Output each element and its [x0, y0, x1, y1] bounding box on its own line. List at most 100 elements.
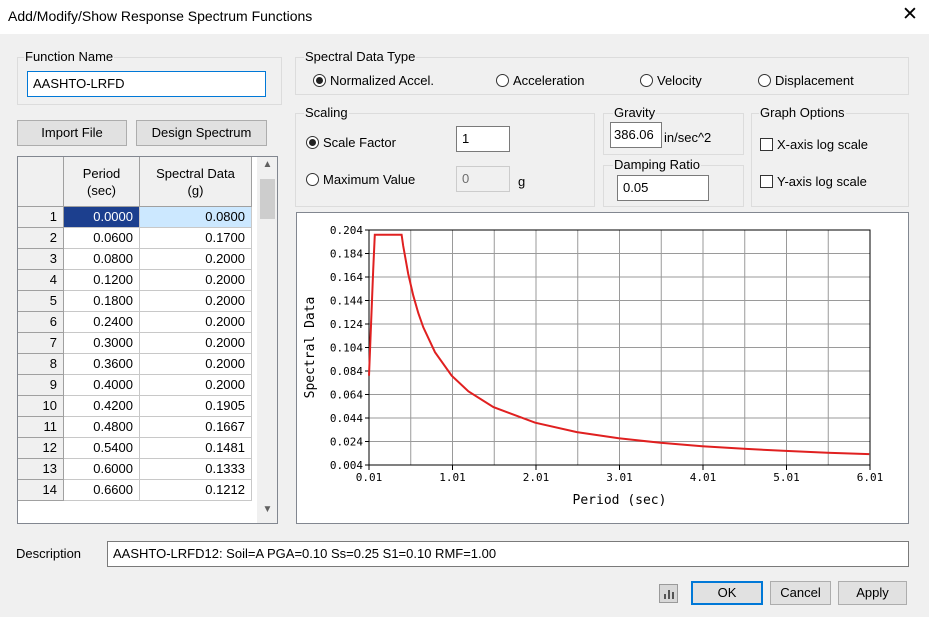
x-tick-label: 5.01	[773, 471, 800, 484]
function-name-label: Function Name	[24, 49, 115, 64]
table-corner	[18, 157, 64, 207]
velocity-label[interactable]: Velocity	[657, 73, 702, 88]
maximum-value-label[interactable]: Maximum Value	[323, 172, 415, 187]
acceleration-radio[interactable]	[496, 74, 509, 87]
row-number: 14	[18, 480, 64, 501]
window-title: Add/Modify/Show Response Spectrum Functi…	[8, 8, 313, 24]
design-spectrum-button[interactable]: Design Spectrum	[136, 120, 267, 146]
y-log-checkbox[interactable]	[760, 175, 773, 188]
x-tick-label: 0.01	[356, 471, 383, 484]
normalized-accel-radio[interactable]	[313, 74, 326, 87]
x-tick-label: 3.01	[606, 471, 633, 484]
spectral-cell[interactable]: 0.2000	[140, 291, 252, 312]
period-cell[interactable]: 0.3600	[64, 354, 140, 375]
x-tick-label: 1.01	[439, 471, 466, 484]
x-log-checkbox[interactable]	[760, 138, 773, 151]
period-cell[interactable]: 0.0000	[64, 207, 140, 228]
table-scrollbar[interactable]: ▲ ▼	[257, 157, 277, 523]
scroll-thumb[interactable]	[260, 179, 275, 219]
y-tick-label: 0.204	[330, 224, 363, 237]
period-cell[interactable]: 0.1200	[64, 270, 140, 291]
spectral-cell[interactable]: 0.2000	[140, 354, 252, 375]
y-axis-label: Spectral Data	[303, 297, 318, 399]
ok-button[interactable]: OK	[691, 581, 763, 605]
period-cell[interactable]: 0.1800	[64, 291, 140, 312]
spectral-cell[interactable]: 0.2000	[140, 249, 252, 270]
import-file-button[interactable]: Import File	[17, 120, 127, 146]
displacement-radio[interactable]	[758, 74, 771, 87]
period-cell[interactable]: 0.5400	[64, 438, 140, 459]
period-cell[interactable]: 0.4000	[64, 375, 140, 396]
scroll-down-icon[interactable]: ▼	[257, 504, 277, 520]
scaling-label: Scaling	[304, 105, 349, 120]
row-number: 12	[18, 438, 64, 459]
gravity-label: Gravity	[613, 105, 657, 120]
spectral-cell[interactable]: 0.1700	[140, 228, 252, 249]
row-number: 1	[18, 207, 64, 228]
period-cell[interactable]: 0.6600	[64, 480, 140, 501]
chart-icon[interactable]	[659, 584, 678, 603]
description-input[interactable]: AASHTO-LRFD12: Soil=A PGA=0.10 Ss=0.25 S…	[107, 541, 909, 567]
y-tick-label: 0.184	[330, 248, 363, 261]
spectral-cell[interactable]: 0.1481	[140, 438, 252, 459]
period-cell[interactable]: 0.6000	[64, 459, 140, 480]
spectral-cell[interactable]: 0.1905	[140, 396, 252, 417]
spectral-data-type-label: Spectral Data Type	[304, 49, 417, 64]
normalized-accel-label[interactable]: Normalized Accel.	[330, 73, 434, 88]
spectral-cell[interactable]: 0.1212	[140, 480, 252, 501]
spectral-cell[interactable]: 0.1667	[140, 417, 252, 438]
period-cell[interactable]: 0.2400	[64, 312, 140, 333]
cancel-button[interactable]: Cancel	[770, 581, 831, 605]
y-tick-label: 0.044	[330, 412, 363, 425]
spectrum-chart: 0.01 1.01 2.01 3.01 4.01 5.01 6.01 0.004 0.024 0.…	[303, 224, 883, 508]
y-tick-label: 0.144	[330, 295, 363, 308]
spectral-cell[interactable]: 0.2000	[140, 270, 252, 291]
x-axis-label: Period (sec)	[573, 493, 667, 508]
maximum-value-input[interactable]: 0	[456, 166, 510, 192]
row-number: 2	[18, 228, 64, 249]
gravity-unit: in/sec^2	[664, 130, 712, 145]
row-number: 3	[18, 249, 64, 270]
spectral-column-header: Spectral Data (g)	[140, 157, 252, 207]
x-log-label[interactable]: X-axis log scale	[777, 137, 868, 152]
y-tick-label: 0.004	[330, 459, 363, 472]
maximum-value-radio[interactable]	[306, 173, 319, 186]
apply-button[interactable]: Apply	[838, 581, 907, 605]
x-tick-label: 4.01	[690, 471, 717, 484]
spectral-cell[interactable]: 0.0800	[140, 207, 252, 228]
row-number: 8	[18, 354, 64, 375]
spectral-cell[interactable]: 0.2000	[140, 333, 252, 354]
spectrum-plot: 0.01 1.01 2.01 3.01 4.01 5.01 6.01 0.004 0.024 0.…	[296, 212, 909, 524]
period-cell[interactable]: 0.3000	[64, 333, 140, 354]
y-tick-label: 0.164	[330, 271, 363, 284]
scale-factor-label[interactable]: Scale Factor	[323, 135, 396, 150]
row-number: 6	[18, 312, 64, 333]
damping-label: Damping Ratio	[613, 157, 701, 172]
row-number: 11	[18, 417, 64, 438]
row-number: 13	[18, 459, 64, 480]
scale-factor-input[interactable]: 1	[456, 126, 510, 152]
y-tick-label: 0.104	[330, 342, 363, 355]
period-cell[interactable]: 0.0800	[64, 249, 140, 270]
period-cell[interactable]: 0.0600	[64, 228, 140, 249]
y-log-label[interactable]: Y-axis log scale	[777, 174, 867, 189]
spectral-cell[interactable]: 0.2000	[140, 375, 252, 396]
function-name-input[interactable]: AASHTO-LRFD	[27, 71, 266, 97]
displacement-label[interactable]: Displacement	[775, 73, 854, 88]
x-tick-label: 2.01	[523, 471, 550, 484]
acceleration-label[interactable]: Acceleration	[513, 73, 585, 88]
velocity-radio[interactable]	[640, 74, 653, 87]
spectral-cell[interactable]: 0.1333	[140, 459, 252, 480]
y-tick-label: 0.084	[330, 365, 363, 378]
gravity-input[interactable]: 386.06	[610, 122, 662, 148]
spectral-cell[interactable]: 0.2000	[140, 312, 252, 333]
scroll-up-icon[interactable]: ▲	[257, 159, 277, 175]
damping-input[interactable]: 0.05	[617, 175, 709, 201]
close-icon[interactable]: ✕	[898, 4, 922, 28]
description-label: Description	[16, 546, 82, 561]
spectrum-table: Period (sec) Spectral Data (g) 1 0.0000 0.…	[17, 156, 278, 524]
period-cell[interactable]: 0.4200	[64, 396, 140, 417]
scale-factor-radio[interactable]	[306, 136, 319, 149]
y-tick-label: 0.024	[330, 436, 363, 449]
period-cell[interactable]: 0.4800	[64, 417, 140, 438]
